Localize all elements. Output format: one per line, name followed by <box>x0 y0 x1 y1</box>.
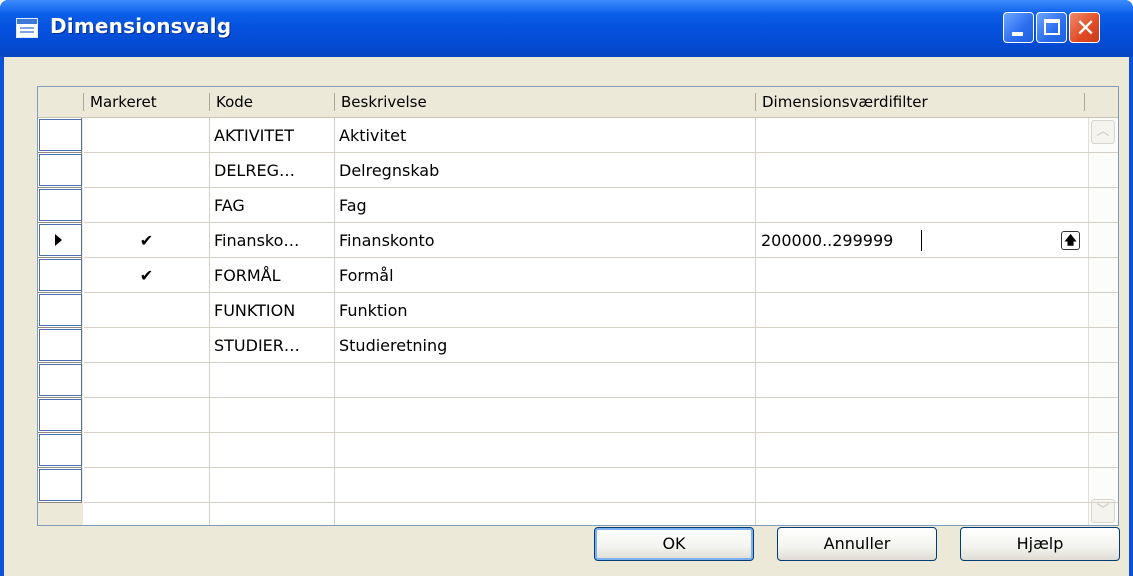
markeret-checkmark[interactable]: ✔ <box>84 258 209 293</box>
beskrivelse-cell[interactable]: Finanskonto <box>339 223 757 258</box>
beskrivelse-cell[interactable]: Aktivitet <box>339 118 757 153</box>
beskrivelse-cell[interactable]: Fag <box>339 188 757 223</box>
row-selector[interactable] <box>38 188 82 223</box>
row-selector-frame <box>39 154 82 186</box>
grid-header: Markeret Kode Beskrivelse Dimensionsværd… <box>38 87 1118 118</box>
row-selector[interactable] <box>38 118 82 153</box>
close-button[interactable]: ✕ <box>1069 12 1100 43</box>
table-row[interactable]: FAG Fag <box>84 188 1118 223</box>
column-header-kode[interactable]: Kode <box>210 87 334 117</box>
up-arrow-icon: 🡅 <box>1064 233 1077 247</box>
table-row[interactable]: AKTIVITET Aktivitet <box>84 118 1118 153</box>
kode-cell[interactable]: FUNKTION <box>214 293 334 328</box>
table-row[interactable]: FUNKTION Funktion <box>84 293 1118 328</box>
table-row-empty[interactable] <box>84 363 1118 398</box>
window-title: Dimensionsvalg <box>50 14 232 38</box>
minimize-icon <box>1012 32 1023 36</box>
beskrivelse-cell[interactable]: Delregnskab <box>339 153 757 188</box>
row-selector[interactable] <box>38 468 82 503</box>
dimensionsvaerdifilter-cell[interactable] <box>761 293 1118 328</box>
row-selector-frame <box>39 259 82 291</box>
dialog-client-area: Markeret Kode Beskrivelse Dimensionsværd… <box>4 57 1129 576</box>
row-selector-frame <box>39 329 82 361</box>
lookup-up-arrow-icon[interactable]: 🡅 <box>1061 231 1080 250</box>
maximize-button[interactable] <box>1036 12 1067 43</box>
kode-cell[interactable]: AKTIVITET <box>214 118 334 153</box>
minimize-button[interactable] <box>1003 12 1034 43</box>
markeret-checkmark[interactable] <box>84 118 209 153</box>
row-selector-frame <box>39 189 82 221</box>
row-selector[interactable] <box>38 363 82 398</box>
current-row-marker-icon <box>55 234 62 246</box>
kode-cell[interactable]: FAG <box>214 188 334 223</box>
row-selector-frame <box>39 434 82 466</box>
cancel-button[interactable]: Annuller <box>777 527 937 561</box>
kode-cell[interactable]: DELREG… <box>214 153 334 188</box>
text-caret <box>921 230 922 251</box>
table-row-empty[interactable] <box>84 468 1118 503</box>
row-selector[interactable] <box>38 258 82 293</box>
beskrivelse-cell[interactable]: Formål <box>339 258 757 293</box>
ok-button[interactable]: OK <box>594 527 754 561</box>
row-selector[interactable] <box>38 293 82 328</box>
row-selector-frame <box>39 119 82 151</box>
dimensionsvaerdifilter-cell[interactable] <box>761 328 1118 363</box>
kode-cell[interactable]: FORMÅL <box>214 258 334 293</box>
table-row[interactable]: STUDIER… Studieretning <box>84 328 1118 363</box>
dimensionsvaerdifilter-cell[interactable] <box>761 188 1118 223</box>
dialog-window: Dimensionsvalg ✕ Markeret Kode Beskrivel… <box>0 0 1133 576</box>
markeret-checkmark[interactable] <box>84 188 209 223</box>
table-row-empty[interactable] <box>84 433 1118 468</box>
column-header-markeret[interactable]: Markeret <box>84 87 209 117</box>
dimensionsvaerdifilter-cell[interactable] <box>761 258 1118 293</box>
dimensionsvaerdifilter-cell[interactable] <box>761 153 1118 188</box>
kode-cell[interactable]: STUDIER… <box>214 328 334 363</box>
title-bar[interactable]: Dimensionsvalg ✕ <box>0 0 1133 57</box>
scroll-down-icon: ﹀ <box>1096 503 1110 518</box>
row-selector-frame <box>39 364 82 396</box>
beskrivelse-cell[interactable]: Funktion <box>339 293 757 328</box>
table-row-empty[interactable] <box>84 398 1118 433</box>
table-app-icon <box>16 18 38 38</box>
row-selector[interactable] <box>38 398 82 433</box>
kode-cell[interactable]: Finansko… <box>214 223 334 258</box>
table-row[interactable]: ✔ FORMÅL Formål <box>84 258 1118 293</box>
markeret-checkmark[interactable] <box>84 293 209 328</box>
dimensionsvaerdifilter-cell[interactable] <box>761 118 1118 153</box>
row-selector-frame <box>39 294 82 326</box>
help-button[interactable]: Hjælp <box>960 527 1120 561</box>
maximize-icon <box>1044 19 1060 35</box>
table-row[interactable]: ✔ Finansko… Finanskonto 200000..299999 <box>84 223 1118 258</box>
row-selector-frame <box>39 399 82 431</box>
close-icon: ✕ <box>1075 14 1096 42</box>
row-selector[interactable] <box>38 328 82 363</box>
markeret-checkmark[interactable] <box>84 153 209 188</box>
row-selector-frame <box>39 469 82 501</box>
column-header-beskrivelse[interactable]: Beskrivelse <box>335 87 755 117</box>
markeret-checkmark[interactable] <box>84 328 209 363</box>
table-row[interactable]: DELREG… Delregnskab <box>84 153 1118 188</box>
row-selector[interactable] <box>38 433 82 468</box>
dimension-grid: Markeret Kode Beskrivelse Dimensionsværd… <box>37 86 1119 526</box>
column-header-dimensionsvaerdifilter[interactable]: Dimensionsværdifilter <box>756 87 1084 117</box>
beskrivelse-cell[interactable]: Studieretning <box>339 328 757 363</box>
row-selector[interactable] <box>38 153 82 188</box>
markeret-checkmark[interactable]: ✔ <box>84 223 209 258</box>
